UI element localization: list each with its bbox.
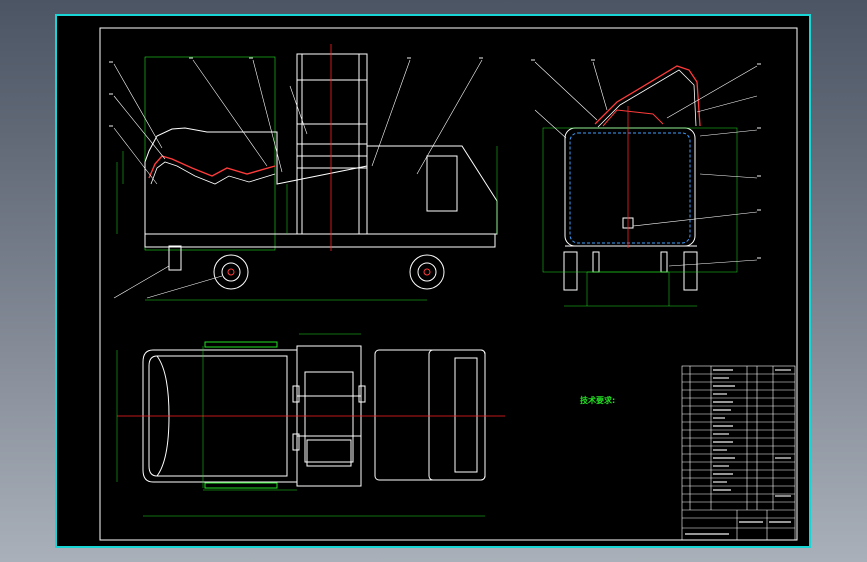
- rear-view-leaders: [534, 61, 758, 267]
- cab: [367, 145, 498, 235]
- rear-view: [542, 65, 738, 307]
- drawing-sheet: 技术要求:: [55, 14, 811, 548]
- tech-requirements-title: 技术要求:: [580, 396, 616, 405]
- rear-wheel-right: [683, 251, 698, 291]
- side-view: [144, 44, 498, 290]
- cab-door: [426, 155, 458, 212]
- rear-wheel: [409, 254, 445, 290]
- tech-requirements: 技术要求:: [580, 395, 755, 409]
- chassis: [144, 233, 496, 248]
- front-wheel: [213, 254, 249, 290]
- inner-border: [99, 27, 798, 541]
- plan-view: [116, 333, 505, 517]
- plan-cab: [374, 349, 486, 481]
- side-view-dimensions: [116, 146, 498, 301]
- rear-wheel-left: [563, 251, 578, 291]
- support-block: [168, 245, 182, 271]
- cad-viewport: 技术要求:: [0, 0, 867, 562]
- drawing-canvas[interactable]: [57, 16, 813, 550]
- side-view-extent-box: [144, 56, 276, 251]
- title-block: [681, 365, 796, 541]
- balloon-marks: [109, 57, 761, 259]
- hopper-handle: [148, 155, 276, 179]
- mast: [296, 53, 368, 235]
